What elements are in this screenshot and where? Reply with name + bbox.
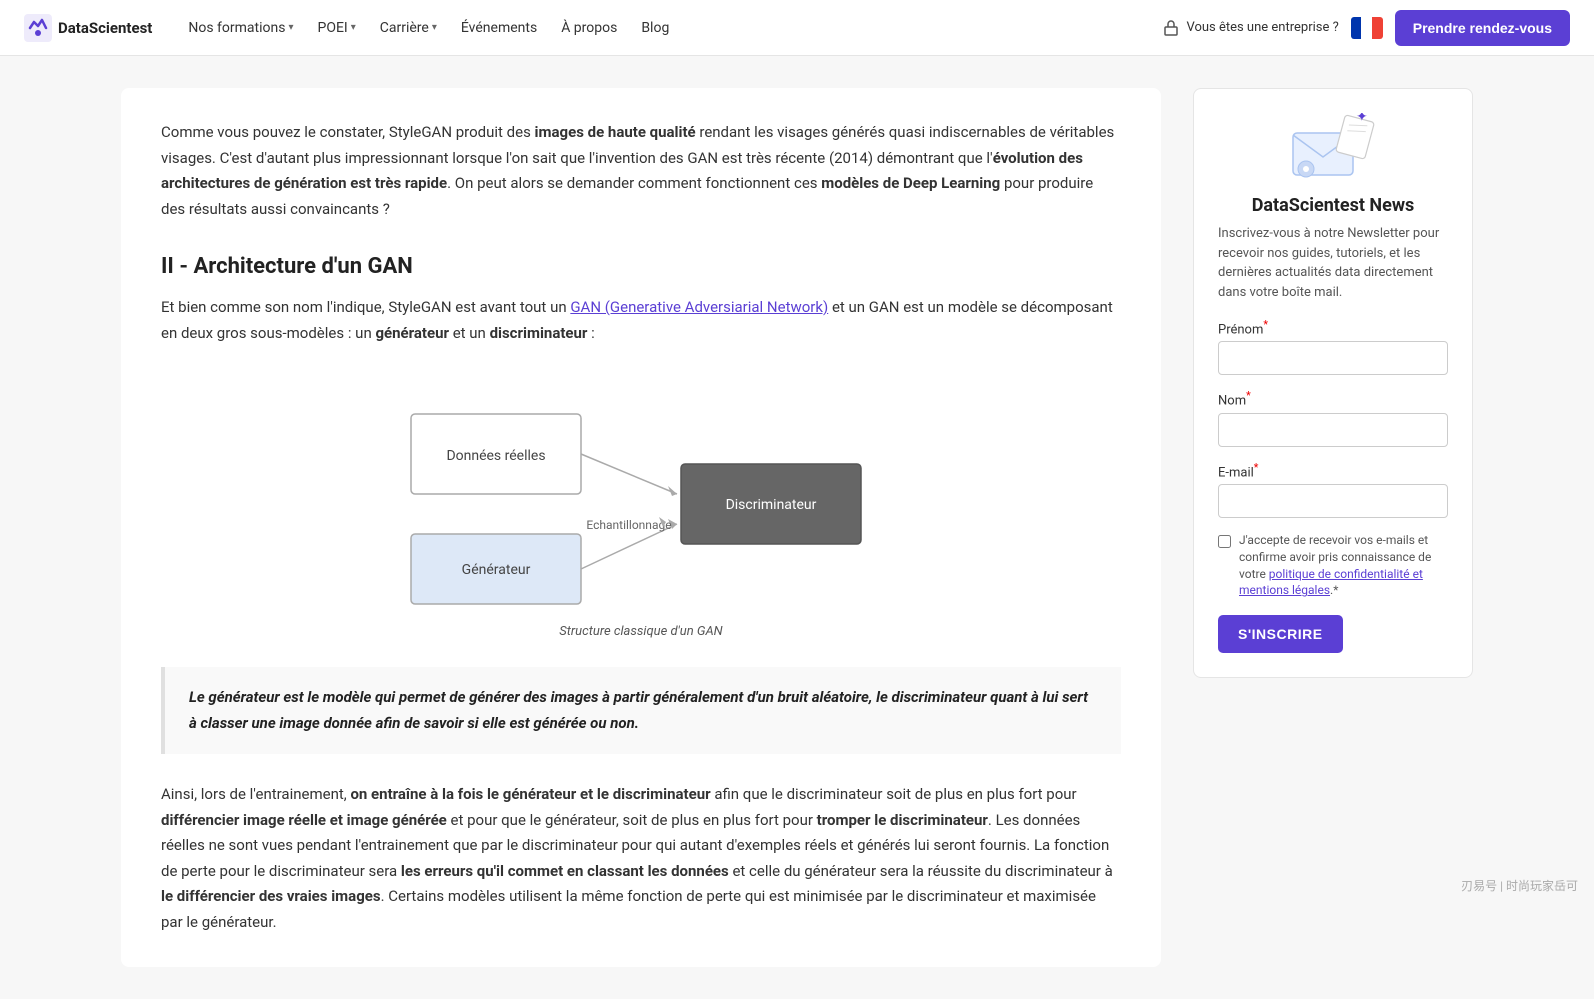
- navigation: DataScientest Nos formations ▾ POEI ▾ Ca…: [0, 0, 1594, 56]
- consent-checkbox[interactable]: [1218, 535, 1231, 548]
- nav-item-formations[interactable]: Nos formations ▾: [178, 14, 303, 42]
- main-content: Comme vous pouvez le constater, StyleGAN…: [121, 88, 1161, 967]
- email-field-group: E-mail*: [1218, 461, 1448, 518]
- logo-text: DataScientest: [58, 19, 152, 37]
- logo[interactable]: DataScientest: [24, 14, 152, 42]
- enterprise-icon: [1162, 19, 1180, 37]
- prenom-field-group: Prénom*: [1218, 318, 1448, 375]
- consent-row: J'accepte de recevoir vos e-mails et con…: [1218, 532, 1448, 599]
- diagram-caption: Structure classique d'un GAN: [559, 624, 722, 639]
- intro-paragraph: Comme vous pouvez le constater, StyleGAN…: [161, 120, 1121, 222]
- gan-diagram: Données réelles Générateur Discriminateu…: [161, 374, 1121, 639]
- nom-label: Nom*: [1218, 389, 1448, 408]
- nav-links: Nos formations ▾ POEI ▾ Carrière ▾ Événe…: [178, 14, 1154, 42]
- gan-link[interactable]: GAN (Generative Adversiarial Network): [570, 298, 828, 316]
- sidebar: ✦ DataScientest News Inscrivez-vous à no…: [1193, 88, 1473, 678]
- nom-field-group: Nom*: [1218, 389, 1448, 446]
- email-input[interactable]: [1218, 484, 1448, 518]
- chevron-down-icon: ▾: [288, 22, 293, 33]
- chevron-down-icon: ▾: [351, 22, 356, 33]
- svg-text:Données réelles: Données réelles: [446, 448, 545, 464]
- svg-text:Générateur: Générateur: [462, 562, 531, 578]
- nom-input[interactable]: [1218, 413, 1448, 447]
- page-wrapper: Comme vous pouvez le constater, StyleGAN…: [97, 56, 1497, 999]
- gan-diagram-svg: Données réelles Générateur Discriminateu…: [381, 374, 901, 614]
- language-flag[interactable]: [1351, 17, 1383, 39]
- sidebar-description: Inscrivez-vous à notre Newsletter pour r…: [1218, 224, 1448, 302]
- prenom-label: Prénom*: [1218, 318, 1448, 337]
- quote-block: Le générateur est le modèle qui permet d…: [161, 667, 1121, 754]
- svg-text:✦: ✦: [1356, 113, 1368, 125]
- svg-text:Echantillonnage: Echantillonnage: [586, 518, 671, 532]
- sidebar-title: DataScientest News: [1218, 195, 1448, 216]
- body-paragraph-1: Et bien comme son nom l'indique, StyleGA…: [161, 295, 1121, 346]
- submit-button[interactable]: S'INSCRIRE: [1218, 615, 1343, 653]
- watermark: 刃易号 | 时尚玩家岳可: [1461, 877, 1578, 894]
- newsletter-card: ✦ DataScientest News Inscrivez-vous à no…: [1193, 88, 1473, 678]
- closing-paragraph: Ainsi, lors de l'entrainement, on entraî…: [161, 782, 1121, 935]
- enterprise-link[interactable]: Vous êtes une entreprise ?: [1162, 19, 1338, 37]
- chevron-down-icon: ▾: [432, 22, 437, 33]
- newsletter-icon: ✦: [1288, 113, 1378, 183]
- nav-item-carriere[interactable]: Carrière ▾: [370, 14, 447, 42]
- nav-item-evenements[interactable]: Événements: [451, 14, 547, 42]
- nav-item-blog[interactable]: Blog: [631, 14, 679, 42]
- email-label: E-mail*: [1218, 461, 1448, 480]
- cta-button[interactable]: Prendre rendez-vous: [1395, 10, 1570, 46]
- nav-item-poei[interactable]: POEI ▾: [308, 14, 366, 42]
- consent-label: J'accepte de recevoir vos e-mails et con…: [1239, 532, 1448, 599]
- newsletter-icon-wrap: ✦: [1218, 113, 1448, 183]
- section-heading: II - Architecture d'un GAN: [161, 254, 1121, 279]
- privacy-policy-link[interactable]: politique de confidentialité et mentions…: [1239, 567, 1423, 598]
- svg-text:Discriminateur: Discriminateur: [726, 497, 817, 513]
- logo-icon: [24, 14, 52, 42]
- prenom-input[interactable]: [1218, 341, 1448, 375]
- nav-item-apropos[interactable]: À propos: [551, 14, 627, 42]
- nav-right: Vous êtes une entreprise ? Prendre rende…: [1162, 10, 1570, 46]
